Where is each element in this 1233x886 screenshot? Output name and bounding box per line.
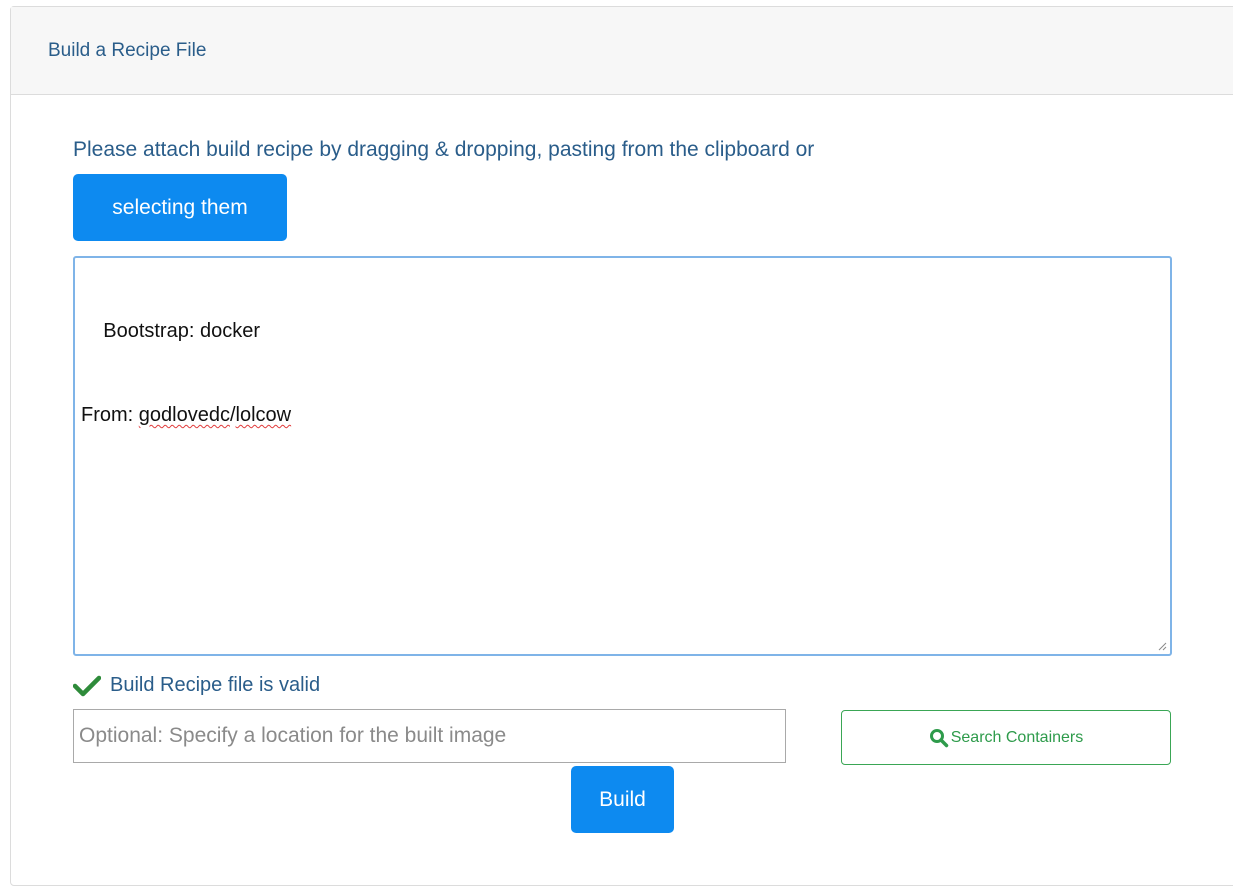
- recipe-line-text: From:: [81, 404, 139, 426]
- recipe-line: Bootstrap: docker: [81, 268, 1164, 394]
- search-containers-button[interactable]: Search Containers: [841, 710, 1171, 765]
- select-files-button[interactable]: selecting them: [73, 174, 287, 241]
- search-containers-label: Search Containers: [950, 728, 1084, 746]
- resize-handle-icon[interactable]: [1157, 641, 1167, 651]
- recipe-line: From: godlovedc/lolcow: [81, 394, 1164, 436]
- validation-message: Build Recipe file is valid: [110, 674, 321, 696]
- validation-status: Build Recipe file is valid: [73, 674, 320, 697]
- panel-title: Build a Recipe File: [48, 39, 207, 61]
- spellcheck-word: godlovedc: [138, 404, 230, 426]
- check-icon: [73, 675, 101, 696]
- recipe-line-text: Bootstrap: docker: [103, 320, 260, 342]
- panel-header: Build a Recipe File: [11, 7, 1233, 95]
- build-button[interactable]: Build: [571, 766, 674, 833]
- image-location-input[interactable]: [73, 709, 786, 763]
- recipe-textarea[interactable]: Bootstrap: docker From: godlovedc/lolcow: [73, 256, 1172, 656]
- search-icon: [929, 728, 948, 747]
- spellcheck-word: lolcow: [235, 404, 292, 426]
- instructions-text: Please attach build recipe by dragging &…: [73, 138, 815, 161]
